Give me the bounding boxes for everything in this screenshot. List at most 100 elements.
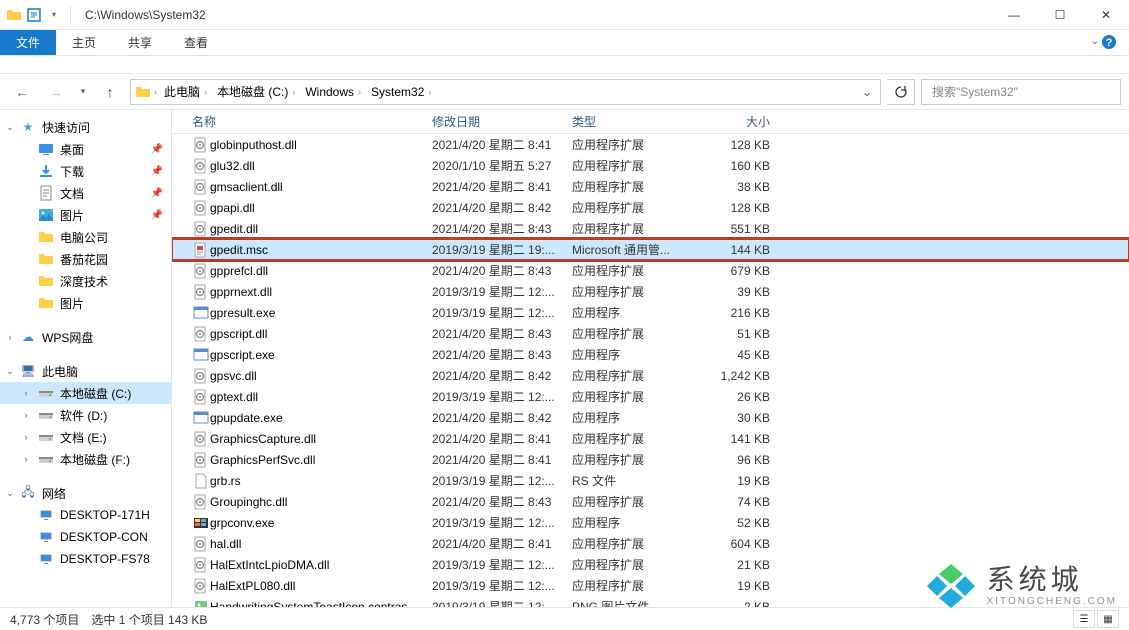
nav-pane[interactable]: ⌄ ★ 快速访问 桌面📌下载📌文档📌图片📌电脑公司番茄花园深度技术图片 › ☁ … xyxy=(0,110,172,607)
file-list[interactable]: globinputhost.dll2021/4/20 星期二 8:41应用程序扩… xyxy=(172,134,1129,607)
nav-drive-item[interactable]: ›文档 (E:) xyxy=(0,426,171,448)
file-row[interactable]: grpconv.exe2019/3/19 星期二 12:...应用程序52 KB xyxy=(172,512,1129,533)
file-row[interactable]: grb.rs2019/3/19 星期二 12:...RS 文件19 KB xyxy=(172,470,1129,491)
view-icons-button[interactable]: ▦ xyxy=(1097,610,1119,628)
nav-this-pc[interactable]: ⌄ 🖥 此电脑 xyxy=(0,360,171,382)
properties-icon[interactable] xyxy=(26,7,42,23)
address-bar[interactable]: › 此电脑› 本地磁盘 (C:)› Windows› System32› ⌄ xyxy=(130,79,881,105)
tab-file[interactable]: 文件 xyxy=(0,30,56,55)
breadcrumb-seg: System32› xyxy=(367,85,437,99)
nav-quick-item[interactable]: 下载📌 xyxy=(0,160,171,182)
download-icon xyxy=(38,163,54,179)
msc-icon xyxy=(192,242,210,258)
file-row[interactable]: gptext.dll2019/3/19 星期二 12:...应用程序扩展26 K… xyxy=(172,386,1129,407)
pin-icon: 📌 xyxy=(151,210,163,221)
network-icon: 🖧 xyxy=(20,485,36,501)
pin-icon: 📌 xyxy=(151,166,163,177)
nav-wps[interactable]: › ☁ WPS网盘 xyxy=(0,326,171,348)
cloud-icon: ☁ xyxy=(20,329,36,345)
file-row[interactable]: gpresult.exe2019/3/19 星期二 12:...应用程序216 … xyxy=(172,302,1129,323)
tab-view[interactable]: 查看 xyxy=(168,30,224,55)
nav-quick-item[interactable]: 电脑公司 xyxy=(0,226,171,248)
png-icon xyxy=(192,599,210,608)
selection-info: 选中 1 个项目 143 KB xyxy=(91,611,207,628)
dll-icon xyxy=(192,137,210,153)
file-row[interactable]: Groupinghc.dll2021/4/20 星期二 8:43应用程序扩展74… xyxy=(172,491,1129,512)
search-input[interactable]: 搜索"System32" xyxy=(921,79,1121,105)
col-type[interactable]: 类型 xyxy=(572,113,700,130)
file-row[interactable]: glu32.dll2020/1/10 星期五 5:27应用程序扩展160 KB xyxy=(172,155,1129,176)
folder-icon xyxy=(38,295,54,311)
picture-icon xyxy=(38,207,54,223)
file-row[interactable]: GraphicsCapture.dll2021/4/20 星期二 8:41应用程… xyxy=(172,428,1129,449)
svg-text:?: ? xyxy=(1106,37,1113,49)
file-row[interactable]: gpedit.dll2021/4/20 星期二 8:43应用程序扩展551 KB xyxy=(172,218,1129,239)
file-row[interactable]: globinputhost.dll2021/4/20 星期二 8:41应用程序扩… xyxy=(172,134,1129,155)
exe2-icon xyxy=(192,515,210,531)
column-headers[interactable]: 名称 修改日期 类型 大小 xyxy=(172,110,1129,134)
close-button[interactable]: ✕ xyxy=(1083,0,1129,30)
file-row[interactable]: gpprnext.dll2019/3/19 星期二 12:...应用程序扩展39… xyxy=(172,281,1129,302)
nav-drive-item[interactable]: ›本地磁盘 (F:) xyxy=(0,448,171,470)
computer-icon xyxy=(38,529,54,545)
view-details-button[interactable]: ☰ xyxy=(1073,610,1095,628)
dll-icon xyxy=(192,536,210,552)
nav-quick-access[interactable]: ⌄ ★ 快速访问 xyxy=(0,116,171,138)
folder-icon xyxy=(6,7,22,23)
nav-network-item[interactable]: DESKTOP-171H xyxy=(0,504,171,526)
minimize-button[interactable]: — xyxy=(991,0,1037,30)
file-row[interactable]: HalExtIntcLpioDMA.dll2019/3/19 星期二 12:..… xyxy=(172,554,1129,575)
file-row[interactable]: HalExtPL080.dll2019/3/19 星期二 12:...应用程序扩… xyxy=(172,575,1129,596)
drive-icon xyxy=(38,451,54,467)
breadcrumb-seg: Windows› xyxy=(301,85,367,99)
nav-network-item[interactable]: DESKTOP-FS78 xyxy=(0,548,171,570)
help-icon[interactable]: ? xyxy=(1101,34,1119,52)
qat-dropdown-icon[interactable]: ▾ xyxy=(46,7,62,23)
dll-icon xyxy=(192,431,210,447)
file-row[interactable]: gpsvc.dll2021/4/20 星期二 8:42应用程序扩展1,242 K… xyxy=(172,365,1129,386)
nav-quick-item[interactable]: 番茄花园 xyxy=(0,248,171,270)
col-size[interactable]: 大小 xyxy=(700,113,770,130)
file-row[interactable]: hal.dll2021/4/20 星期二 8:41应用程序扩展604 KB xyxy=(172,533,1129,554)
nav-quick-item[interactable]: 桌面📌 xyxy=(0,138,171,160)
pc-icon: 🖥 xyxy=(20,363,36,379)
nav-network-item[interactable]: DESKTOP-CON xyxy=(0,526,171,548)
tab-share[interactable]: 共享 xyxy=(112,30,168,55)
up-button[interactable]: ↑ xyxy=(96,78,124,106)
maximize-button[interactable]: ☐ xyxy=(1037,0,1083,30)
file-row[interactable]: gpapi.dll2021/4/20 星期二 8:42应用程序扩展128 KB xyxy=(172,197,1129,218)
nav-network[interactable]: ⌄ 🖧 网络 xyxy=(0,482,171,504)
tab-home[interactable]: 主页 xyxy=(56,30,112,55)
nav-quick-item[interactable]: 文档📌 xyxy=(0,182,171,204)
back-button[interactable]: ← xyxy=(8,78,36,106)
dll-icon xyxy=(192,158,210,174)
file-row[interactable]: HandwritingSystemToastIcon.contras2019/3… xyxy=(172,596,1129,607)
nav-quick-item[interactable]: 图片 xyxy=(0,292,171,314)
recent-dropdown-icon[interactable]: ▾ xyxy=(76,78,90,106)
col-date[interactable]: 修改日期 xyxy=(432,113,572,130)
refresh-button[interactable] xyxy=(887,79,915,105)
nav-quick-item[interactable]: 图片📌 xyxy=(0,204,171,226)
desktop-icon xyxy=(38,141,54,157)
col-name[interactable]: 名称 xyxy=(192,113,432,130)
address-dropdown-icon[interactable]: ⌄ xyxy=(858,85,876,99)
file-row[interactable]: gpedit.msc2019/3/19 星期二 19:...Microsoft … xyxy=(172,239,1129,260)
file-row[interactable]: gpprefcl.dll2021/4/20 星期二 8:43应用程序扩展679 … xyxy=(172,260,1129,281)
titlebar: ▾ C:\Windows\System32 — ☐ ✕ xyxy=(0,0,1129,30)
file-row[interactable]: gpupdate.exe2021/4/20 星期二 8:42应用程序30 KB xyxy=(172,407,1129,428)
file-row[interactable]: gmsaclient.dll2021/4/20 星期二 8:41应用程序扩展38… xyxy=(172,176,1129,197)
file-row[interactable]: gpscript.exe2021/4/20 星期二 8:43应用程序45 KB xyxy=(172,344,1129,365)
nav-quick-item[interactable]: 深度技术 xyxy=(0,270,171,292)
drive-icon xyxy=(38,385,54,401)
exe-icon xyxy=(192,305,210,321)
file-row[interactable]: gpscript.dll2021/4/20 星期二 8:43应用程序扩展51 K… xyxy=(172,323,1129,344)
ribbon-expand-icon[interactable]: ⌄ xyxy=(1091,36,1099,47)
star-icon: ★ xyxy=(20,119,36,135)
nav-drive-item[interactable]: ›软件 (D:) xyxy=(0,404,171,426)
forward-button[interactable]: → xyxy=(42,78,70,106)
file-row[interactable]: GraphicsPerfSvc.dll2021/4/20 星期二 8:41应用程… xyxy=(172,449,1129,470)
content-pane: 名称 修改日期 类型 大小 globinputhost.dll2021/4/20… xyxy=(172,110,1129,607)
dll-icon xyxy=(192,263,210,279)
file-icon xyxy=(192,473,210,489)
nav-drive-item[interactable]: ›本地磁盘 (C:) xyxy=(0,382,171,404)
